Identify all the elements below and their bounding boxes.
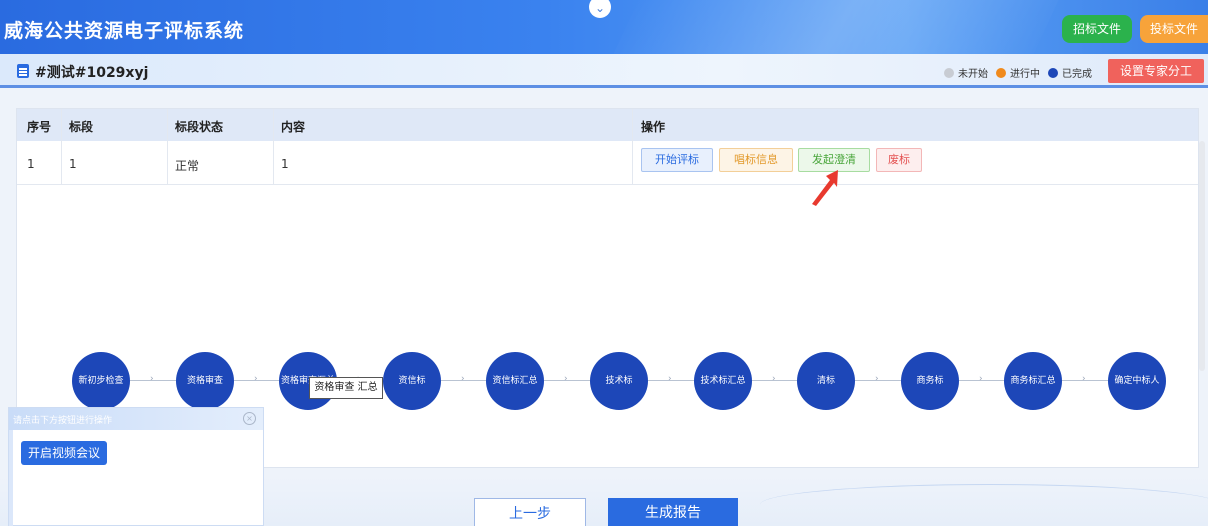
previous-step-button[interactable]: 上一步: [474, 498, 586, 526]
start-video-meeting-button[interactable]: 开启视频会议: [21, 441, 107, 465]
chevron-right-icon: ›: [254, 374, 258, 384]
orange-dot-icon: [996, 67, 1006, 78]
flow-node[interactable]: 资信标汇总: [486, 352, 544, 410]
chevron-right-icon: ›: [564, 374, 568, 384]
legend-in-progress: 进行中: [996, 65, 1040, 80]
assign-expert-button[interactable]: 设置专家分工: [1108, 59, 1204, 83]
row-section: 1: [69, 157, 77, 171]
top-header: 威海公共资源电子评标系统 ⌄ 招标文件 投标文件: [0, 0, 1208, 54]
flow-node[interactable]: 商务标汇总: [1004, 352, 1062, 410]
flow-node[interactable]: 商务标: [901, 352, 959, 410]
flow-node[interactable]: 新初步检查: [72, 352, 130, 410]
flow-node[interactable]: 确定中标人: [1108, 352, 1166, 410]
header-status: 标段状态: [175, 120, 224, 134]
flow-node[interactable]: 技术标汇总: [694, 352, 752, 410]
header-seq: 序号: [27, 120, 52, 134]
status-legend: 未开始 进行中 已完成: [944, 65, 1100, 80]
flow-node[interactable]: 资格审查: [176, 352, 234, 410]
abolish-bid-button[interactable]: 废标: [876, 148, 922, 172]
row-content: 1: [281, 157, 289, 171]
float-panel-strip: [9, 430, 13, 526]
legend-completed: 已完成: [1048, 65, 1092, 80]
legend-label: 未开始: [958, 69, 988, 80]
operation-float-panel: 请点击下方按钮进行操作 × 开启视频会议: [8, 407, 264, 526]
chevron-right-icon: ›: [668, 374, 672, 384]
project-name: #测试#1029xyj: [35, 65, 149, 81]
chevron-down-icon[interactable]: ⌄: [589, 0, 611, 18]
node-tooltip: 资格审查 汇总: [309, 377, 383, 399]
row-seq: 1: [27, 157, 35, 171]
generate-report-button[interactable]: 生成报告: [608, 498, 738, 526]
header-operations: 操作: [641, 120, 666, 134]
flow-node[interactable]: 清标: [797, 352, 855, 410]
header-section: 标段: [69, 120, 94, 134]
bid-file-button[interactable]: 投标文件: [1140, 15, 1208, 43]
vertical-scrollbar[interactable]: [1199, 141, 1205, 371]
project-bar: #测试#1029xyj 未开始 进行中 已完成 设置专家分工: [0, 54, 1208, 88]
document-icon: [17, 64, 29, 78]
header-content: 内容: [281, 120, 306, 134]
chevron-right-icon: ›: [461, 374, 465, 384]
float-panel-hint: 请点击下方按钮进行操作: [13, 416, 113, 426]
red-arrow-icon: [812, 170, 838, 206]
chevron-right-icon: ›: [979, 374, 983, 384]
tender-file-button[interactable]: 招标文件: [1062, 15, 1132, 43]
chevron-right-icon: ›: [772, 374, 776, 384]
row-status: 正常: [175, 159, 200, 173]
blue-dot-icon: [1048, 67, 1058, 78]
bid-opening-info-button[interactable]: 唱标信息: [719, 148, 793, 172]
float-panel-header: 请点击下方按钮进行操作 ×: [9, 408, 263, 430]
legend-label: 进行中: [1010, 69, 1040, 80]
legend-label: 已完成: [1062, 69, 1092, 80]
chevron-right-icon: ›: [1082, 374, 1086, 384]
close-icon[interactable]: ×: [243, 412, 256, 425]
flow-node[interactable]: 资信标: [383, 352, 441, 410]
start-evaluation-button[interactable]: 开始评标: [641, 148, 713, 172]
flow-node[interactable]: 技术标: [590, 352, 648, 410]
app-title: 威海公共资源电子评标系统: [4, 20, 245, 42]
chevron-right-icon: ›: [150, 374, 154, 384]
grey-dot-icon: [944, 67, 954, 78]
legend-not-started: 未开始: [944, 65, 988, 80]
chevron-right-icon: ›: [875, 374, 879, 384]
